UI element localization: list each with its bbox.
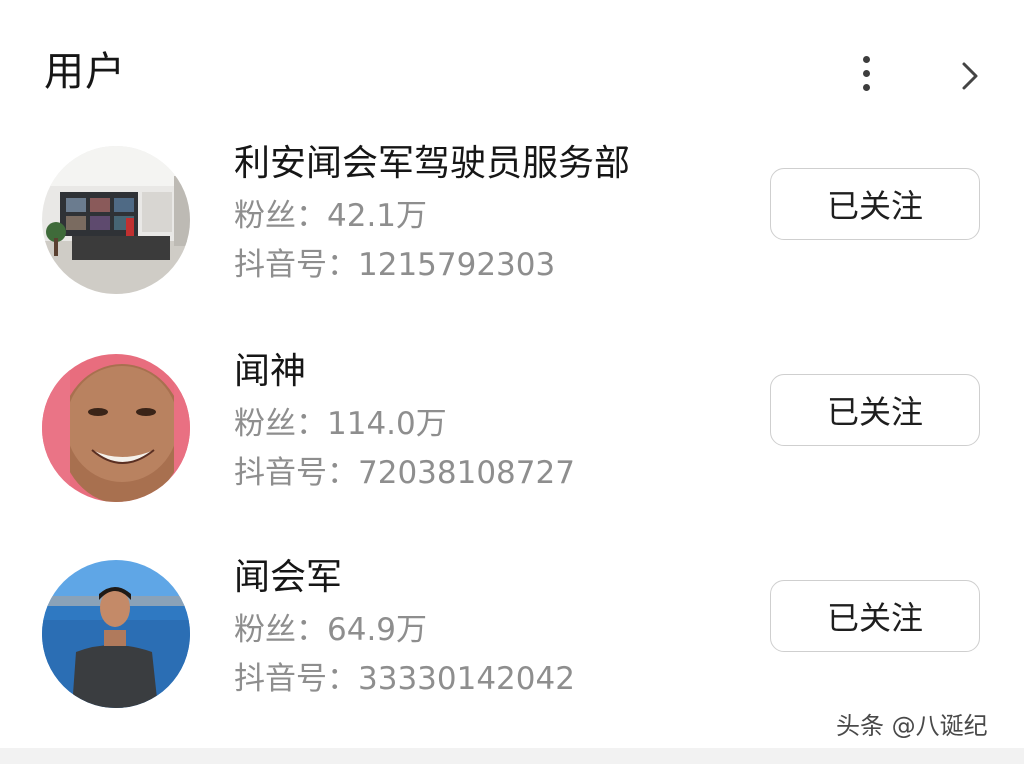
fans-count: 粉丝：42.1万 [234,198,428,234]
followed-button[interactable]: 已关注 [770,168,980,240]
user-list-item[interactable]: 闻会军 粉丝：64.9万 抖音号：33330142042 已关注 [0,544,1024,724]
section-header: 用户 [0,0,1024,120]
avatar[interactable] [42,560,190,708]
section-title: 用户 [44,49,126,95]
douyin-id: 抖音号：72038108727 [234,455,575,491]
followed-button[interactable]: 已关注 [770,580,980,652]
fans-count: 粉丝：114.0万 [234,406,447,442]
more-vertical-icon[interactable] [852,56,880,92]
avatar[interactable] [42,146,190,294]
douyin-id: 抖音号：1215792303 [234,247,556,283]
user-name[interactable]: 闻会军 [234,556,342,600]
douyin-id: 抖音号：33330142042 [234,661,575,697]
user-list-item[interactable]: 利安闻会军驾驶员服务部 粉丝：42.1万 抖音号：1215792303 已关注 [0,130,1024,310]
user-list-item[interactable]: 闻神 粉丝：114.0万 抖音号：72038108727 已关注 [0,338,1024,518]
followed-button[interactable]: 已关注 [770,374,980,446]
fans-count: 粉丝：64.9万 [234,612,428,648]
chevron-right-icon[interactable] [952,58,988,94]
bottom-divider [0,748,1024,764]
avatar[interactable] [42,354,190,502]
watermark: 头条 @八诞纪 [836,712,988,740]
user-name[interactable]: 利安闻会军驾驶员服务部 [234,142,630,186]
user-name[interactable]: 闻神 [234,350,306,394]
